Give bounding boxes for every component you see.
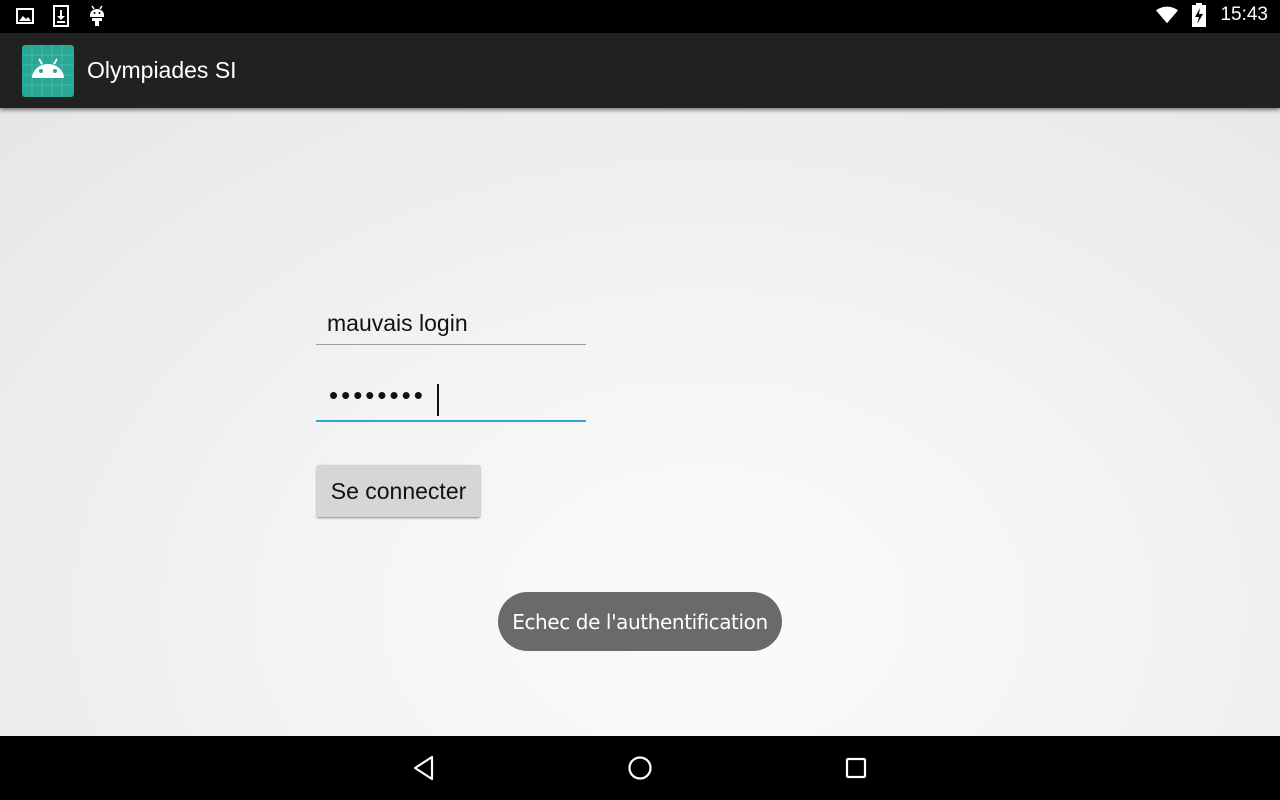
android-screen: 15:43 Olympiades SI mauvais login ••••••…	[0, 0, 1280, 800]
clock: 15:43	[1220, 4, 1268, 25]
download-notification-icon	[50, 5, 72, 27]
login-screen: mauvais login •••••••• Se connecter Eche…	[0, 108, 1280, 736]
home-icon[interactable]	[622, 750, 658, 786]
system-status: 15:43	[1156, 3, 1268, 27]
recent-apps-icon[interactable]	[838, 750, 874, 786]
wifi-icon	[1156, 4, 1179, 26]
image-notification-icon	[14, 5, 36, 27]
status-bar: 15:43	[0, 0, 1280, 33]
notification-icons	[14, 5, 108, 27]
login-field[interactable]: mauvais login	[316, 304, 586, 345]
battery-charging-icon	[1188, 3, 1210, 27]
text-cursor	[437, 384, 439, 416]
toast-message: Echec de l'authentification	[512, 609, 768, 634]
navigation-bar	[0, 736, 1280, 800]
password-field[interactable]: ••••••••	[316, 378, 586, 422]
login-field-value: mauvais login	[327, 310, 468, 336]
android-app-icon	[22, 45, 74, 97]
error-toast: Echec de l'authentification	[498, 592, 782, 651]
password-field-value: ••••••••	[329, 380, 426, 410]
back-icon[interactable]	[406, 750, 442, 786]
app-bar: Olympiades SI	[0, 33, 1280, 108]
connect-button[interactable]: Se connecter	[317, 465, 480, 517]
android-debug-icon	[86, 5, 108, 27]
app-title: Olympiades SI	[87, 57, 237, 83]
